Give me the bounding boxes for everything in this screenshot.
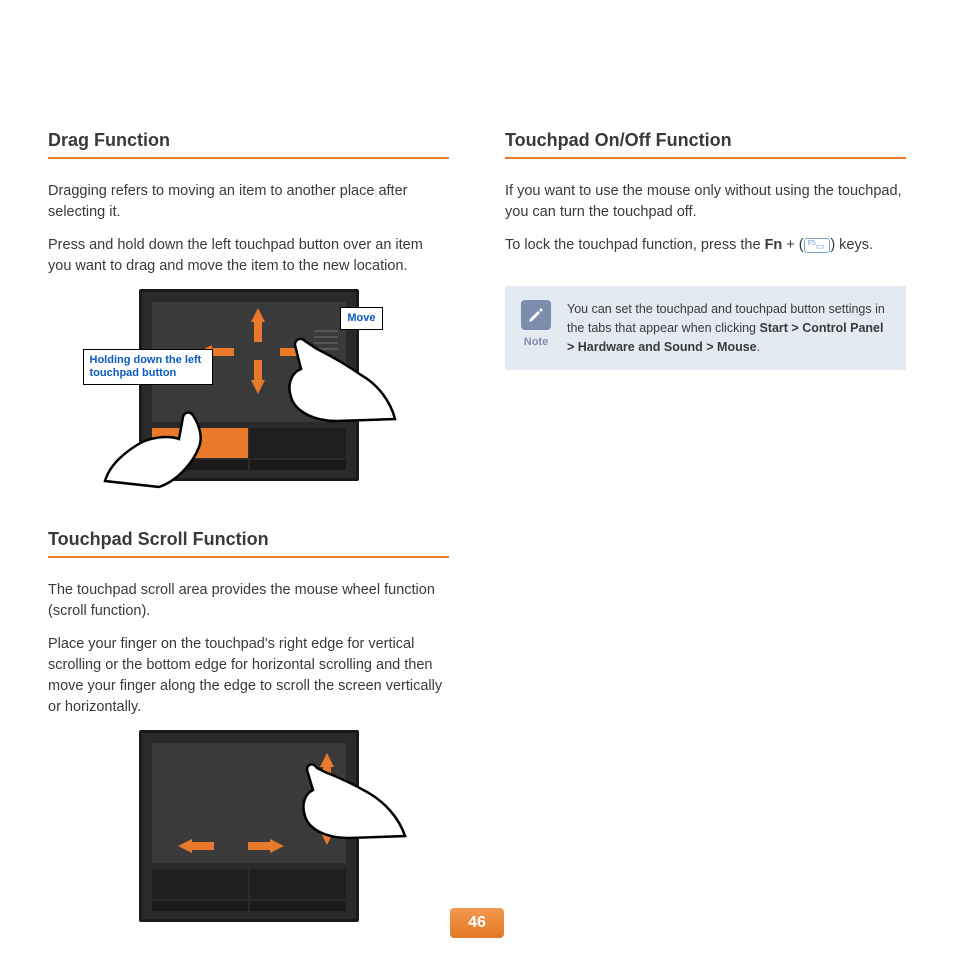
pencil-icon [521,300,551,330]
paragraph: Place your finger on the touchpad's righ… [48,634,449,718]
fn-key-label: Fn [765,237,783,253]
arrow-up-icon [251,308,265,322]
divider [48,157,449,159]
heading-scroll-function: Touchpad Scroll Function [48,529,449,550]
text: To lock the touchpad function, press the [505,237,765,253]
paragraph: Dragging refers to moving an item to ano… [48,181,449,223]
divider [48,556,449,558]
callout-hold: Holding down the left touchpad button [83,349,213,385]
note-text: You can set the touchpad and touchpad bu… [567,300,890,356]
hand-icon [299,760,409,840]
figure-drag: Move Holding down the left touchpad butt… [48,289,449,501]
touchpad-key-icon: F5▭ [804,238,831,253]
heading-onoff-function: Touchpad On/Off Function [505,130,906,151]
arrow-right-icon [270,839,284,853]
figure-scroll [48,730,449,922]
paragraph: If you want to use the mouse only withou… [505,181,906,223]
paragraph: The touchpad scroll area provides the mo… [48,580,449,622]
divider [505,157,906,159]
paragraph: To lock the touchpad function, press the… [505,235,906,256]
hand-icon [283,335,403,425]
text: + ( [782,237,803,253]
note-label: Note [524,336,548,348]
page-number: 46 [450,908,504,938]
touchpad-right-button [250,869,346,899]
heading-drag-function: Drag Function [48,130,449,151]
touchpad-left-button [152,869,248,899]
note-box: Note You can set the touchpad and touchp… [505,286,906,370]
paragraph: Press and hold down the left touchpad bu… [48,235,449,277]
arrow-down-icon [251,380,265,394]
hand-icon [99,409,229,489]
text: ) keys. [830,237,873,253]
callout-move: Move [340,307,382,330]
touchpad-right-button [250,428,346,458]
